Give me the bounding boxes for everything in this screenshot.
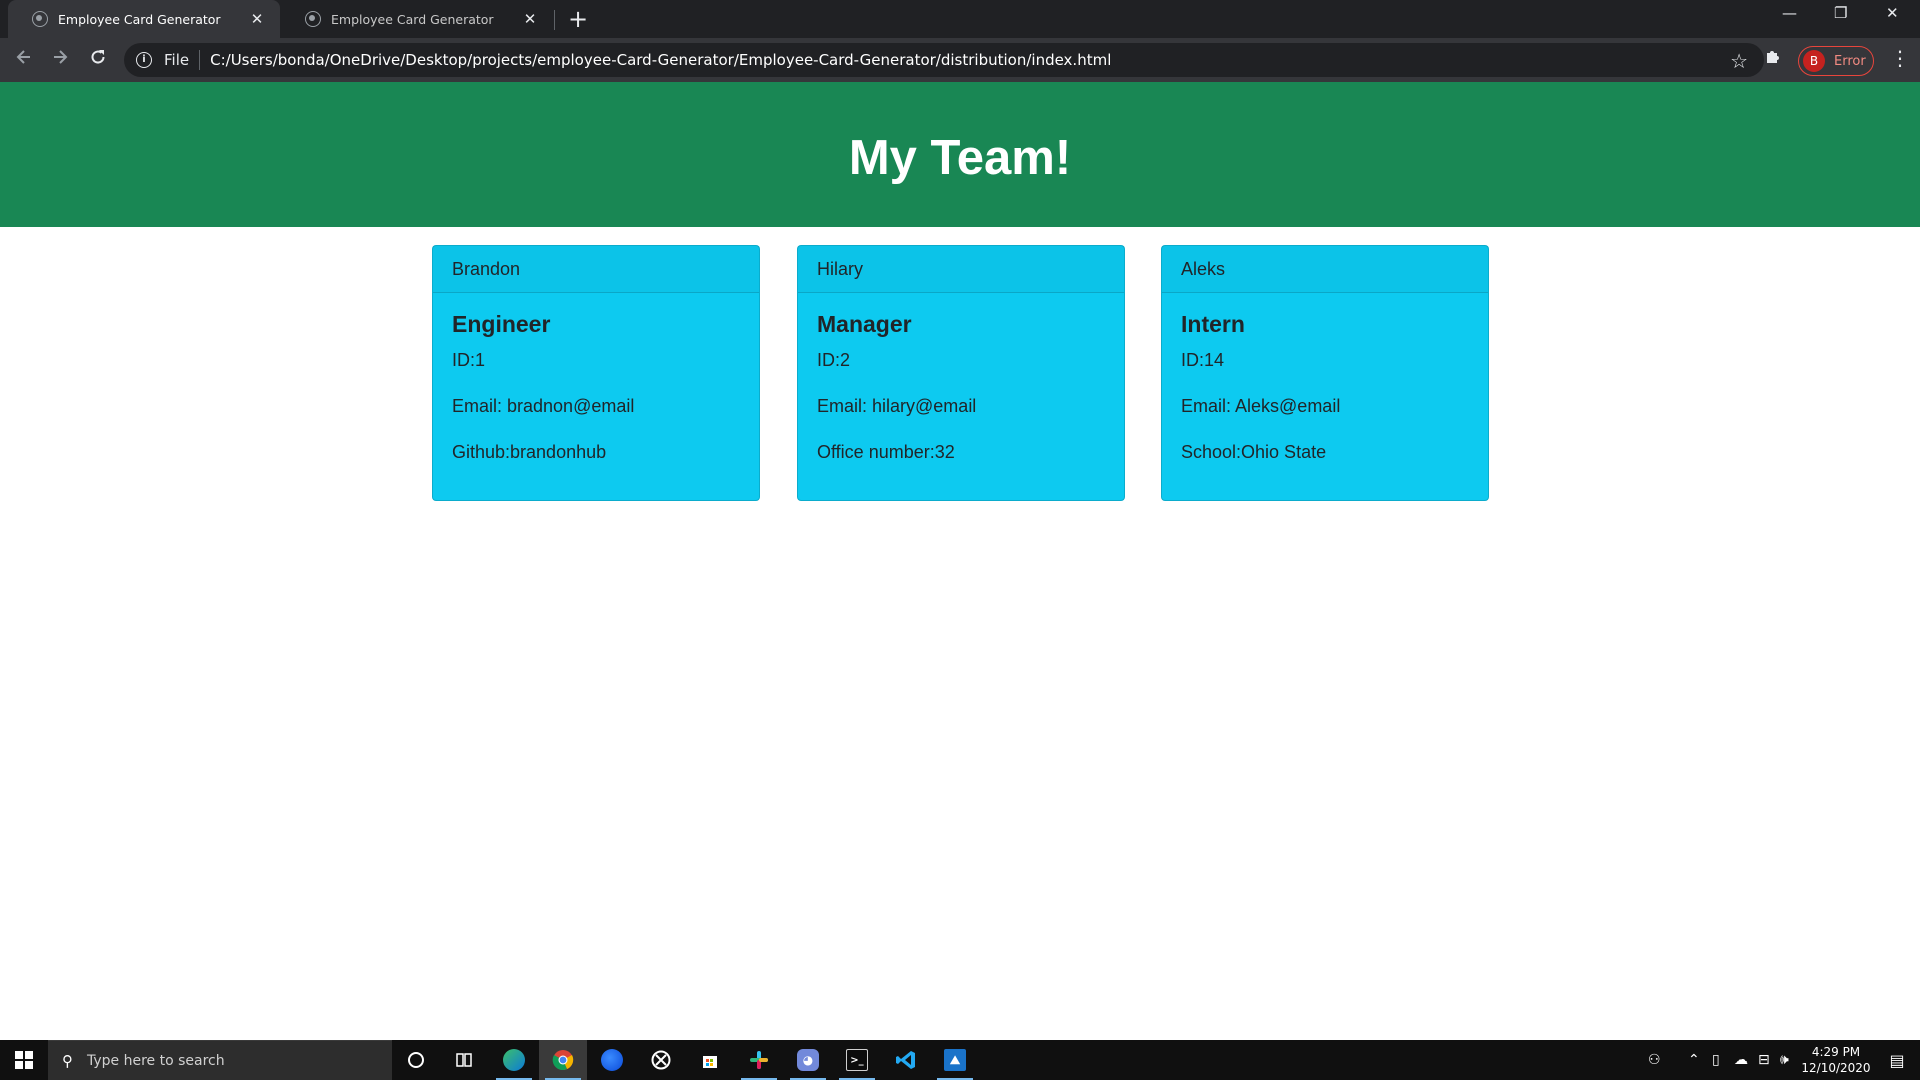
extensions-icon	[1767, 51, 1779, 63]
avatar: B	[1803, 50, 1825, 72]
browser-toolbar: i File C:/Users/bonda/OneDrive/Desktop/p…	[0, 38, 1920, 82]
card-header: Hilary	[798, 246, 1124, 293]
card-id: ID:14	[1181, 350, 1225, 370]
tab-separator	[554, 10, 555, 30]
page-header: My Team!	[0, 82, 1920, 227]
search-placeholder: Type here to search	[87, 1052, 225, 1069]
employee-card: Aleks Intern ID:14 Email: Aleks@email Sc…	[1161, 245, 1489, 501]
taskbar-search-box[interactable]: ⚲ Type here to search	[48, 1040, 392, 1080]
reload-icon	[91, 50, 105, 64]
employee-card: Brandon Engineer ID:1 Email: bradnon@ema…	[432, 245, 760, 501]
chevron-up-icon[interactable]: ⌃	[1688, 1040, 1700, 1080]
cortana-icon[interactable]	[392, 1040, 440, 1080]
taskbar-clock[interactable]: 4:29 PM 12/10/2020	[1798, 1044, 1874, 1076]
new-tab-button[interactable]: +	[568, 5, 588, 33]
restore-button[interactable]: ❐	[1834, 4, 1847, 22]
globe-icon	[305, 11, 321, 27]
address-bar[interactable]: i File C:/Users/bonda/OneDrive/Desktop/p…	[124, 43, 1764, 77]
network-icon[interactable]: ⊟	[1758, 1040, 1770, 1080]
card-body: Engineer ID:1 Email: bradnon@email Githu…	[433, 293, 759, 506]
clock-time: 4:29 PM	[1811, 1045, 1861, 1059]
browser-tab-active[interactable]: Employee Card Generator ✕	[8, 0, 280, 38]
address-url[interactable]: C:/Users/bonda/OneDrive/Desktop/projects…	[210, 51, 1111, 69]
tab-close-icon[interactable]: ✕	[521, 10, 539, 28]
card-role: Engineer	[452, 311, 551, 337]
address-separator	[199, 50, 201, 70]
profile-button[interactable]: B Error	[1798, 46, 1874, 76]
star-icon[interactable]: ☆	[1730, 49, 1748, 73]
card-body: Manager ID:2 Email: hilary@email Office …	[798, 293, 1124, 506]
forward-button[interactable]	[46, 46, 74, 74]
slack-icon[interactable]	[735, 1040, 783, 1080]
page-title: My Team!	[848, 130, 1072, 185]
edge-icon[interactable]	[490, 1040, 538, 1080]
volume-icon[interactable]: 🕪	[1780, 1040, 1789, 1080]
battery-icon[interactable]: ▯	[1712, 1040, 1720, 1080]
address-scheme-label: File	[164, 51, 190, 69]
discord-icon[interactable]: ◕	[784, 1040, 832, 1080]
page-viewport: My Team! Brandon Engineer ID:1 Email: br…	[0, 82, 1920, 1040]
windows-taskbar: ⚲ Type here to search ◕ >_ ⛰ ⚇ ⌃ ▯ ☁ ⊟ 🕪…	[0, 1040, 1920, 1080]
tab-close-icon[interactable]: ✕	[248, 10, 266, 28]
browser-tab-strip: Employee Card Generator ✕ Employee Card …	[0, 0, 1920, 38]
card-role: Manager	[817, 311, 912, 337]
card-header: Brandon	[433, 246, 759, 293]
card-email: Email: bradnon@email	[452, 396, 635, 416]
firefox-icon[interactable]	[588, 1040, 636, 1080]
employee-card-list: Brandon Engineer ID:1 Email: bradnon@ema…	[432, 245, 1490, 501]
store-icon[interactable]	[686, 1040, 734, 1080]
close-window-button[interactable]: ✕	[1886, 4, 1899, 22]
photos-icon[interactable]: ⛰	[931, 1040, 979, 1080]
search-icon: ⚲	[62, 1051, 73, 1070]
chrome-icon[interactable]	[539, 1040, 587, 1080]
arrow-right-icon	[54, 50, 68, 64]
globe-icon	[32, 11, 48, 27]
kebab-menu-icon[interactable]: ⋮	[1890, 46, 1910, 70]
back-button[interactable]	[10, 46, 38, 74]
xbox-icon[interactable]	[637, 1040, 685, 1080]
tab-title: Employee Card Generator	[58, 11, 221, 27]
card-extra: Github:brandonhub	[452, 442, 607, 462]
profile-status: Error	[1834, 53, 1866, 69]
puzzle-icon[interactable]	[1764, 48, 1782, 71]
notification-icon[interactable]: ▤	[1874, 1040, 1920, 1080]
info-icon[interactable]: i	[136, 52, 152, 68]
card-email: Email: hilary@email	[817, 396, 977, 416]
card-role: Intern	[1181, 311, 1245, 337]
employee-card: Hilary Manager ID:2 Email: hilary@email …	[797, 245, 1125, 501]
card-extra: School:Ohio State	[1181, 442, 1327, 462]
clock-date: 12/10/2020	[1801, 1061, 1871, 1075]
vscode-icon[interactable]	[882, 1040, 930, 1080]
card-body: Intern ID:14 Email: Aleks@email School:O…	[1162, 293, 1488, 506]
card-id: ID:1	[452, 350, 486, 370]
arrow-left-icon	[16, 50, 30, 64]
people-icon[interactable]: ⚇	[1648, 1040, 1661, 1080]
tab-title: Employee Card Generator	[331, 11, 494, 27]
onedrive-icon[interactable]: ☁	[1734, 1040, 1748, 1080]
reload-button[interactable]	[84, 46, 112, 74]
card-id: ID:2	[817, 350, 851, 370]
card-email: Email: Aleks@email	[1181, 396, 1341, 416]
terminal-icon[interactable]: >_	[833, 1040, 881, 1080]
card-extra: Office number:32	[817, 442, 955, 462]
windows-logo-icon	[15, 1051, 33, 1069]
minimize-button[interactable]: —	[1782, 4, 1797, 22]
card-header: Aleks	[1162, 246, 1488, 293]
start-button[interactable]	[0, 1040, 48, 1080]
task-view-icon[interactable]	[440, 1040, 488, 1080]
browser-tab-inactive[interactable]: Employee Card Generator ✕	[281, 0, 553, 38]
